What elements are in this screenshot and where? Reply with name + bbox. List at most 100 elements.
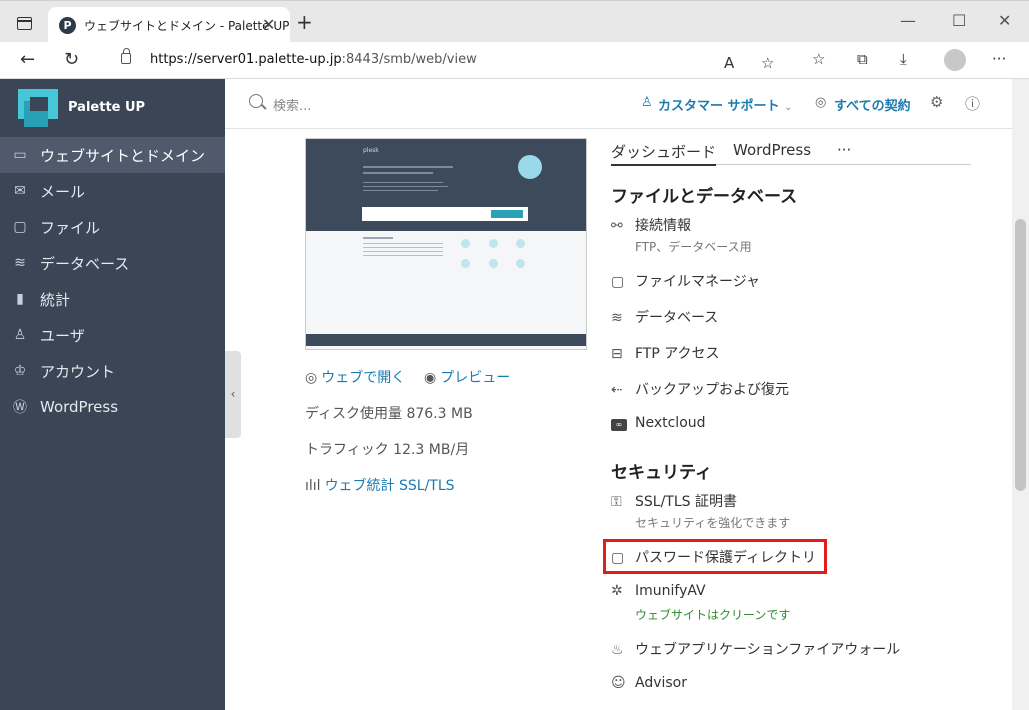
link-icon: ⚯: [611, 218, 623, 234]
advisor-icon: ☺: [611, 675, 626, 691]
lock-icon: [121, 48, 131, 64]
backup-icon: ⇠: [611, 382, 623, 398]
certificate-icon: ⚿: [611, 494, 622, 510]
folder-icon: ▢: [13, 219, 27, 235]
gear-icon: ✲: [611, 583, 623, 599]
browser-tab[interactable]: P ウェブサイトとドメイン - Palette UP ✕: [48, 7, 290, 43]
sidebar-item-label: ウェブサイトとドメイン: [40, 146, 206, 165]
nextcloud-icon: ∞: [611, 419, 627, 431]
page-scrollbar[interactable]: [1012, 79, 1029, 710]
section-title-files: ファイルとデータベース: [611, 187, 798, 207]
dashboard-tabs: ダッシュボード WordPress ···: [611, 140, 971, 166]
flame-icon: ♨: [611, 642, 624, 658]
ssl-certificates-sub: セキュリティを強化できます: [635, 516, 791, 530]
favorites-icon[interactable]: ☆: [812, 50, 825, 68]
profile-avatar[interactable]: [944, 49, 966, 71]
monitor-icon: ▭: [13, 147, 27, 163]
sidebar-item-mail[interactable]: ✉ メール: [0, 173, 225, 209]
tab-actions-icon[interactable]: [17, 17, 32, 30]
imunifyav-item[interactable]: ✲ ImunifyAV: [611, 583, 706, 599]
extensions-icon[interactable]: ⚙: [930, 93, 943, 111]
url-text: https://server01.palette-up.jp:8443/smb/…: [150, 52, 477, 67]
all-subscriptions-link[interactable]: すべての契約: [834, 95, 911, 114]
collections-icon[interactable]: ⧉: [857, 50, 868, 68]
collapse-sidebar-button[interactable]: ‹: [225, 351, 241, 438]
read-aloud-icon[interactable]: A: [724, 54, 734, 72]
web-stats-link[interactable]: ılıl ウェブ統計 SSL/TLS: [305, 475, 455, 495]
refresh-icon[interactable]: ↻: [64, 49, 79, 70]
scrollbar-thumb[interactable]: [1015, 219, 1026, 491]
sidebar-item-websites[interactable]: ▭ ウェブサイトとドメイン: [0, 137, 225, 173]
preview-brand: plesk: [363, 147, 379, 154]
globe-icon: ◎: [815, 95, 827, 110]
close-tab-icon[interactable]: ✕: [262, 15, 275, 34]
sidebar-item-label: 統計: [40, 290, 71, 309]
person-icon: ♙: [641, 95, 653, 110]
sidebar-item-account[interactable]: ♔ アカウント: [0, 353, 225, 389]
search-icon: [249, 94, 263, 108]
preview-link[interactable]: ◉ プレビュー: [424, 367, 510, 387]
more-menu-icon[interactable]: ···: [992, 50, 1006, 68]
chart-icon: ▮: [16, 291, 24, 307]
search-input[interactable]: 検索...: [273, 95, 311, 114]
backup-restore-item[interactable]: ⇠ バックアップおよび復元: [611, 379, 789, 399]
address-bar[interactable]: https://server01.palette-up.jp:8443/smb/…: [104, 46, 790, 75]
open-in-web-link[interactable]: ◎ ウェブで開く: [305, 367, 405, 387]
help-icon[interactable]: ⓘ: [965, 93, 980, 114]
wordpress-icon: Ⓦ: [13, 400, 27, 416]
browser-toolbar: ← ↻ https://server01.palette-up.jp:8443/…: [0, 42, 1029, 79]
waf-item[interactable]: ♨ ウェブアプリケーションファイアウォール: [611, 639, 900, 659]
sidebar-item-databases[interactable]: ≋ データベース: [0, 245, 225, 281]
advisor-item[interactable]: ☺ Advisor: [611, 675, 687, 691]
mail-icon: ✉: [14, 183, 26, 199]
minimize-icon[interactable]: —: [900, 11, 916, 30]
user-icon: ♙: [13, 327, 27, 343]
customer-support-link[interactable]: カスタマー サポート ⌄: [658, 95, 792, 114]
ftp-icon: ⊟: [611, 346, 623, 362]
sidebar-item-label: WordPress: [40, 398, 119, 416]
highlight-box: [603, 539, 827, 574]
bar-chart-icon: ılıl: [305, 478, 321, 494]
databases-item[interactable]: ≋ データベース: [611, 307, 718, 327]
sidebar-item-stats[interactable]: ▮ 統計: [0, 281, 225, 317]
header: 検索... ♙ カスタマー サポート ⌄ ◎ すべての契約 ⚙ ⓘ: [225, 79, 1012, 129]
sidebar-item-label: アカウント: [40, 362, 116, 381]
tab-more[interactable]: ···: [837, 141, 851, 159]
database-icon: ≋: [611, 310, 623, 326]
sidebar-item-files[interactable]: ▢ ファイル: [0, 209, 225, 245]
globe-icon: ◎: [305, 370, 318, 386]
ssl-certificates-item[interactable]: ⚿ SSL/TLS 証明書: [611, 491, 737, 511]
ftp-access-item[interactable]: ⊟ FTP アクセス: [611, 343, 720, 363]
brand-name: Palette UP: [68, 100, 146, 115]
browser-tab-strip: P ウェブサイトとドメイン - Palette UP ✕ + — ☐ ✕: [0, 0, 1029, 43]
tab-dashboard[interactable]: ダッシュボード: [611, 141, 717, 166]
new-tab-button[interactable]: +: [296, 10, 313, 34]
sidebar: Palette UP ▭ ウェブサイトとドメイン ✉ メール ▢ ファイル ≋ …: [0, 79, 225, 710]
sidebar-item-users[interactable]: ♙ ユーザ: [0, 317, 225, 353]
eye-icon: ◉: [424, 370, 437, 386]
sidebar-item-label: データベース: [40, 254, 130, 273]
close-window-icon[interactable]: ✕: [998, 11, 1011, 30]
traffic: トラフィック 12.3 MB/月: [305, 442, 470, 458]
connection-info-sub: FTP、データベース用: [635, 240, 752, 254]
logo-icon: [18, 89, 60, 129]
nextcloud-item[interactable]: ∞ Nextcloud: [611, 415, 706, 431]
account-icon: ♔: [13, 363, 27, 379]
download-icon[interactable]: ⤓: [900, 50, 907, 68]
sidebar-item-label: ユーザ: [40, 326, 85, 345]
folder-icon: ▢: [611, 274, 625, 290]
imunifyav-status: ウェブサイトはクリーンです: [635, 608, 791, 622]
sidebar-item-label: ファイル: [40, 218, 101, 237]
maximize-icon[interactable]: ☐: [952, 11, 966, 30]
tab-wordpress[interactable]: WordPress: [733, 141, 811, 159]
connection-info-item[interactable]: ⚯ 接続情報: [611, 215, 691, 235]
back-icon[interactable]: ←: [20, 49, 35, 70]
section-title-security: セキュリティ: [611, 463, 712, 483]
database-icon: ≋: [14, 255, 26, 271]
file-manager-item[interactable]: ▢ ファイルマネージャ: [611, 271, 760, 291]
tab-title: ウェブサイトとドメイン - Palette UP: [84, 19, 290, 33]
add-favorite-icon[interactable]: ☆: [761, 54, 774, 72]
disk-usage: ディスク使用量 876.3 MB: [305, 406, 473, 422]
website-preview-thumbnail[interactable]: plesk: [305, 138, 587, 350]
sidebar-item-wordpress[interactable]: Ⓦ WordPress: [0, 389, 225, 425]
